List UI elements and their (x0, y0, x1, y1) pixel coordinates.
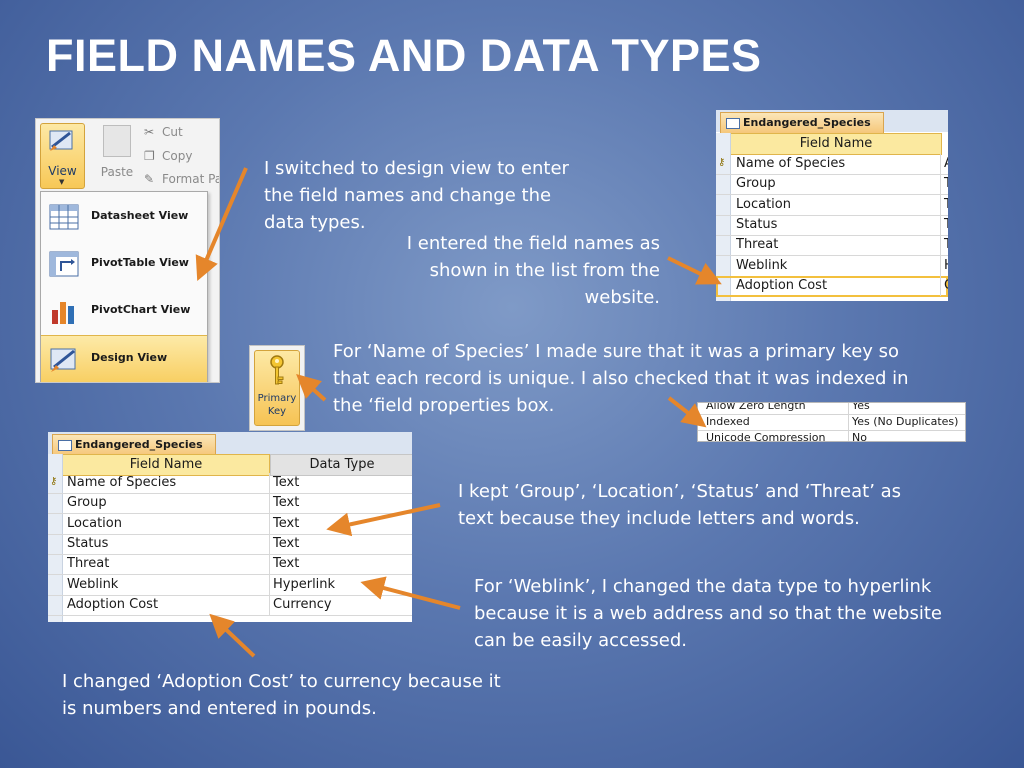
annotation-arrows (195, 167, 722, 658)
arrow-to-indexed (667, 396, 707, 428)
arrow-to-currency (209, 613, 256, 658)
arrow-to-text-fields (326, 503, 441, 537)
arrow-to-primary-key (296, 373, 327, 402)
arrow-to-hyperlink (360, 576, 461, 610)
arrow-to-view-menu (195, 167, 248, 282)
arrow-to-adoption-cost (667, 256, 722, 285)
